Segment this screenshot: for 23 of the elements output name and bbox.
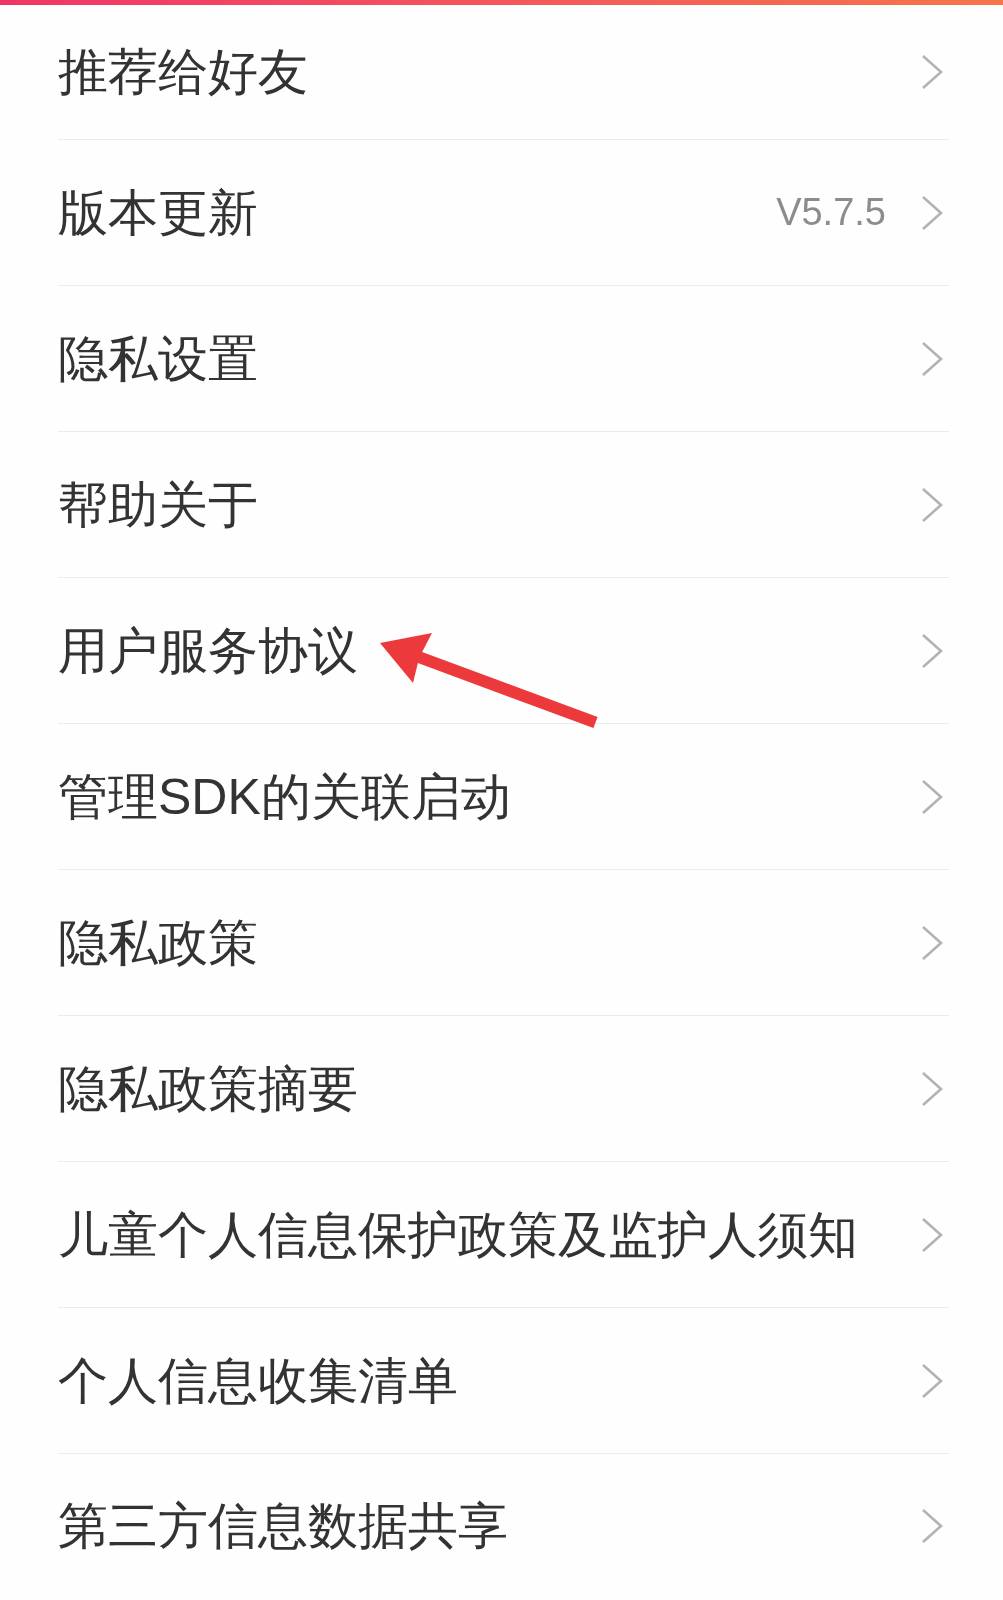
settings-row[interactable]: 隐私政策摘要 — [58, 1016, 949, 1162]
chevron-right-icon — [921, 1508, 943, 1544]
settings-row[interactable]: 第三方信息数据共享 — [58, 1454, 949, 1598]
settings-row[interactable]: 隐私设置 — [58, 286, 949, 432]
chevron-right-icon — [921, 486, 943, 523]
version-value: V5.7.5 — [776, 190, 886, 235]
chevron-right-icon — [921, 194, 943, 231]
settings-row[interactable]: 管理SDK的关联启动 — [58, 724, 949, 870]
chevron-right-icon — [921, 632, 943, 669]
chevron-right-icon — [921, 1070, 943, 1107]
settings-row[interactable]: 帮助关于 — [58, 432, 949, 578]
chevron-right-icon — [921, 340, 943, 377]
settings-row[interactable]: 用户服务协议 — [58, 578, 949, 724]
chevron-right-icon — [921, 54, 943, 90]
settings-row[interactable]: 隐私政策 — [58, 870, 949, 1016]
settings-row[interactable]: 儿童个人信息保护政策及监护人须知 — [58, 1162, 949, 1308]
chevron-right-icon — [921, 924, 943, 961]
chevron-right-icon — [921, 778, 943, 815]
settings-row[interactable]: 版本更新 V5.7.5 — [58, 140, 949, 286]
chevron-right-icon — [921, 1362, 943, 1399]
settings-row[interactable]: 个人信息收集清单 — [58, 1308, 949, 1454]
chevron-right-icon — [921, 1216, 943, 1253]
settings-row[interactable]: 推荐给好友 — [58, 5, 949, 140]
